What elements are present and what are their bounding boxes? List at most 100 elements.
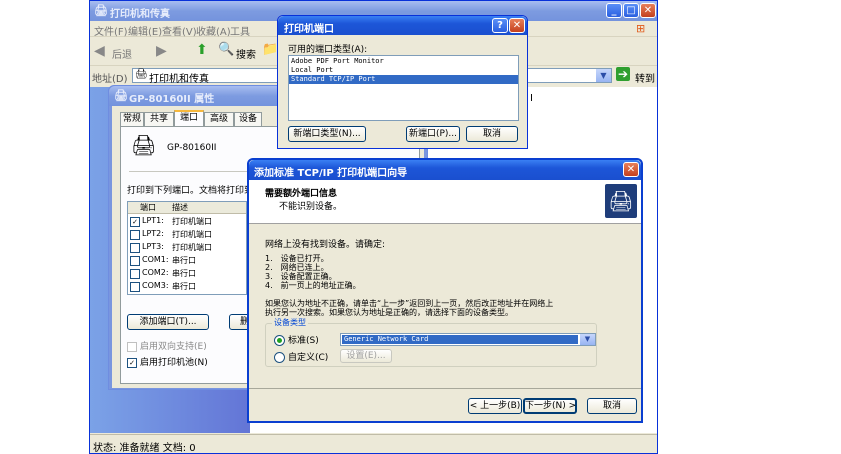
standard-label: 标准(S) <box>288 336 319 346</box>
wizard-cancel-button[interactable]: 取消 <box>587 398 637 414</box>
port-row[interactable]: COM3: 串行口 <box>128 280 246 293</box>
pooling-checkbox[interactable]: ✓ <box>127 357 137 368</box>
printer-title-icon: 🖨 <box>114 89 128 102</box>
menu-file[interactable]: 文件(F) <box>94 23 128 38</box>
instruction-text: 打印到下列端口。文档将打印到 <box>127 186 254 196</box>
printer-large-icon: 🖨 <box>131 133 157 157</box>
wizard-subheading: 不能识别设备。 <box>279 202 343 212</box>
port-list[interactable]: 端口 描述 ✓ LPT1: 打印机端口 LPT2: 打印机端口 LPT3: 打印机端口 COM… <box>127 201 247 295</box>
status-bar: 状态: 准备就绪 文档: 0 <box>90 434 657 454</box>
port-types-list[interactable]: Adobe PDF Port Monitor Local Port Standard… <box>288 55 519 121</box>
port-desc: 打印机端口 <box>172 217 212 226</box>
wizard-printer-icon: 🖨 <box>605 184 637 218</box>
col-desc[interactable]: 描述 <box>172 202 188 213</box>
status-text: 状态: 准备就绪 文档: 0 <box>93 443 196 454</box>
menu-tools[interactable]: 工具 <box>230 23 250 38</box>
port-checkbox[interactable] <box>130 282 140 292</box>
port-name: LPT3: <box>142 242 164 251</box>
settings-button[interactable]: 设置(E)... <box>340 349 392 363</box>
bidi-option[interactable]: 启用双向支持(E) <box>127 339 207 352</box>
menu-edit[interactable]: 编辑(E) <box>128 23 162 38</box>
port-checkbox[interactable] <box>130 269 140 279</box>
custom-radio[interactable] <box>274 352 285 363</box>
standard-select-value: Generic Network Card <box>342 335 578 344</box>
standard-radio[interactable] <box>274 335 285 346</box>
wizard-footer-separator <box>249 388 641 389</box>
port-desc: 打印机端口 <box>172 230 212 239</box>
pooling-label: 启用打印机池(N) <box>140 358 208 368</box>
port-type-item[interactable]: Adobe PDF Port Monitor <box>289 57 518 66</box>
printer-name: GP-80160II <box>167 143 217 153</box>
port-name: LPT2: <box>142 229 164 238</box>
new-port-type-button[interactable]: 新端口类型(N)... <box>288 126 366 142</box>
back-label[interactable]: 后退 <box>112 46 132 61</box>
port-checkbox[interactable] <box>130 256 140 266</box>
ports-dialog-titlebar[interactable]: 打印机端口 ? ✕ <box>278 16 527 35</box>
menu-view[interactable]: 查看(V) <box>162 23 197 38</box>
ports-dialog-title: 打印机端口 <box>284 24 334 35</box>
port-name: COM1: <box>142 255 169 264</box>
close-button[interactable]: ✕ <box>640 3 656 18</box>
folders-icon[interactable]: 📁 <box>262 42 278 57</box>
menu-favorites[interactable]: 收藏(A) <box>196 23 231 38</box>
back-arrow-icon[interactable]: ◀ <box>94 43 105 59</box>
port-row[interactable]: LPT3: 打印机端口 <box>128 241 246 254</box>
help-button[interactable]: ? <box>492 18 508 33</box>
address-label: 地址(D) <box>92 74 128 85</box>
ports-dialog-close-button[interactable]: ✕ <box>509 18 525 33</box>
wizard-step-4: 4. 前一页上的地址正确。 <box>265 281 361 290</box>
port-name: COM3: <box>142 281 169 290</box>
wizard-titlebar[interactable]: 添加标准 TCP/IP 打印机端口向导 ✕ <box>249 160 641 180</box>
col-port[interactable]: 端口 <box>140 202 156 213</box>
standard-dropdown-icon[interactable]: ▼ <box>580 334 595 345</box>
port-row[interactable]: COM2: 串行口 <box>128 267 246 280</box>
ports-cancel-button[interactable]: 取消 <box>466 126 518 142</box>
ports-dialog: 打印机端口 ? ✕ 可用的端口类型(A): Adobe PDF Port Mon… <box>277 15 528 149</box>
wizard-header: 需要额外端口信息 不能识别设备。 🖨 <box>249 180 641 224</box>
wizard-title: 添加标准 TCP/IP 打印机端口向导 <box>254 168 408 179</box>
custom-label: 自定义(C) <box>288 353 329 363</box>
add-port-button[interactable]: 添加端口(T)... <box>127 314 209 330</box>
standard-select[interactable]: Generic Network Card ▼ <box>340 333 596 346</box>
maximize-button[interactable]: □ <box>623 3 639 18</box>
wizard-close-button[interactable]: ✕ <box>623 162 639 177</box>
port-type-item[interactable]: Local Port <box>289 66 518 75</box>
port-checkbox[interactable]: ✓ <box>130 217 140 227</box>
new-port-button[interactable]: 新端口(P)... <box>406 126 460 142</box>
tab-device[interactable]: 设备 <box>234 112 262 126</box>
address-dropdown-button[interactable]: ▼ <box>596 69 611 82</box>
bidi-label: 启用双向支持(E) <box>140 342 207 352</box>
port-row[interactable]: ✓ LPT1: 打印机端口 <box>128 215 246 228</box>
port-type-item[interactable]: Standard TCP/IP Port <box>289 75 518 84</box>
next-button[interactable]: 下一步(N) > <box>523 398 577 414</box>
search-label[interactable]: 搜索 <box>236 46 256 61</box>
address-value: 打印机和传真 <box>149 74 209 85</box>
custom-option[interactable]: 自定义(C) <box>274 350 328 363</box>
windows-logo-icon: ⊞ <box>636 22 646 35</box>
standard-option[interactable]: 标准(S) <box>274 333 319 346</box>
side-fragment: I <box>530 93 533 104</box>
go-label[interactable]: 转到 <box>635 70 655 85</box>
tab-advanced[interactable]: 高级 <box>204 112 234 126</box>
port-checkbox[interactable] <box>130 243 140 253</box>
go-arrow-icon[interactable]: ➔ <box>616 67 631 81</box>
back-button[interactable]: < 上一步(B) <box>468 398 522 414</box>
search-icon[interactable]: 🔍 <box>218 42 234 57</box>
forward-arrow-icon[interactable]: ▶ <box>156 43 167 59</box>
port-row[interactable]: LPT2: 打印机端口 <box>128 228 246 241</box>
tab-ports[interactable]: 端口 <box>174 110 204 127</box>
pooling-option[interactable]: ✓ 启用打印机池(N) <box>127 355 208 368</box>
port-list-header: 端口 描述 <box>128 202 246 214</box>
minimize-button[interactable]: _ <box>606 3 622 18</box>
up-folder-icon[interactable]: ⬆ <box>196 42 208 58</box>
printer-folder-icon: 🖨 <box>94 4 108 17</box>
tab-sharing[interactable]: 共享 <box>144 112 174 126</box>
port-desc: 打印机端口 <box>172 243 212 252</box>
port-desc: 串行口 <box>172 282 196 291</box>
bidi-checkbox[interactable] <box>127 341 137 352</box>
wizard-window: 添加标准 TCP/IP 打印机端口向导 ✕ 需要额外端口信息 不能识别设备。 🖨… <box>247 158 643 423</box>
port-checkbox[interactable] <box>130 230 140 240</box>
port-name: COM2: <box>142 268 169 277</box>
port-row[interactable]: COM1: 串行口 <box>128 254 246 267</box>
tab-general[interactable]: 常规 <box>120 112 144 126</box>
